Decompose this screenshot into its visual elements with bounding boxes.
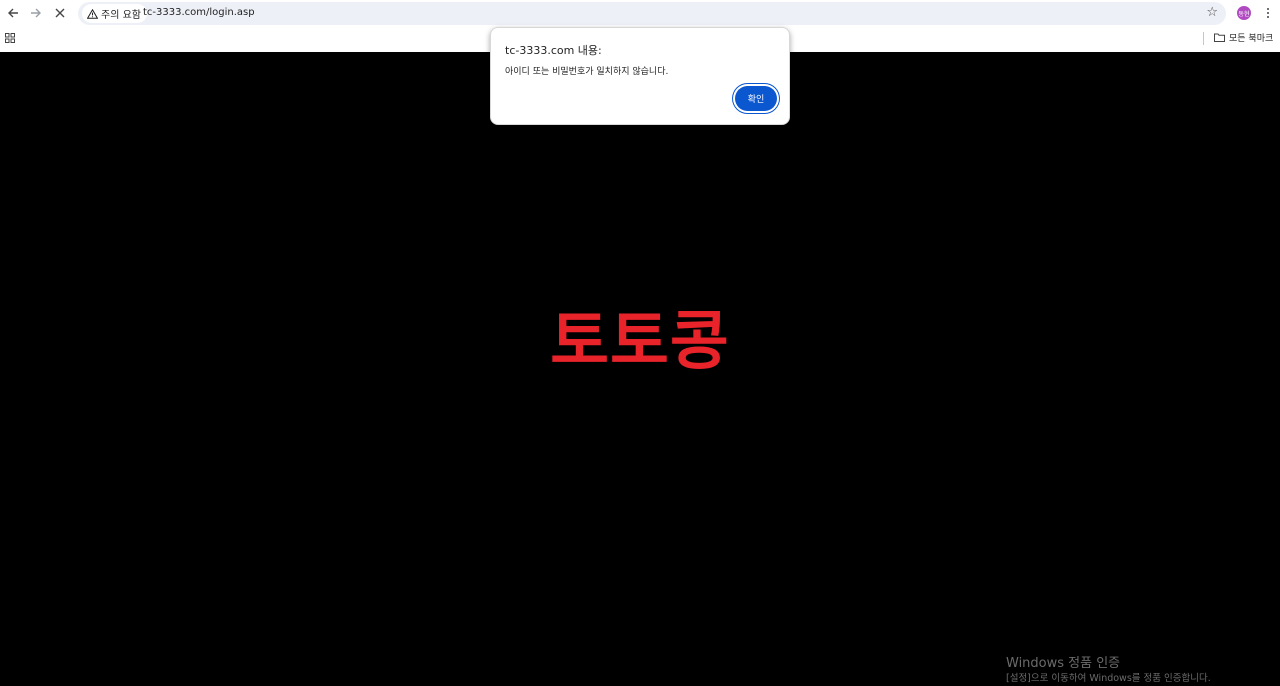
watermark-title: Windows 정품 인증 [1006,656,1121,671]
alert-dialog: tc-3333.com 내용: 아이디 또는 비밀번호가 일치하지 않습니다. … [490,27,790,125]
watermark-subtitle: [설정]으로 이동하여 Windows를 정품 인증합니다. [1006,673,1211,684]
all-bookmarks-button[interactable]: 모든 북마크 [1214,31,1273,44]
security-label: 주의 요함 [101,10,141,21]
dialog-title: tc-3333.com 내용: [505,44,602,57]
page-content: 토토콩 Windows 정품 인증 [설정]으로 이동하여 Windows를 정… [0,52,1280,684]
star-bookmark-icon[interactable]: ☆ [1206,5,1218,20]
bookmarks-separator [1203,32,1204,45]
back-arrow-icon[interactable] [4,4,22,22]
url-text[interactable]: tc-3333.com/login.asp [143,7,255,18]
dialog-message: 아이디 또는 비밀번호가 일치하지 않습니다. [505,67,669,77]
profile-avatar[interactable]: 동현 [1237,6,1251,20]
all-bookmarks-label: 모든 북마크 [1229,34,1274,44]
brand-logo-text: 토토콩 [550,305,730,379]
address-bar[interactable]: 주의 요함 tc-3333.com/login.asp ☆ [78,2,1226,25]
avatar-initials: 동현 [1238,10,1250,18]
forward-arrow-icon[interactable] [27,4,45,22]
browser-toolbar: 주의 요함 tc-3333.com/login.asp ☆ 동현 [0,0,1280,27]
stop-loading-icon[interactable] [51,4,69,22]
ok-button[interactable]: 확인 [735,86,777,111]
folder-icon [1214,33,1225,42]
security-chip[interactable]: 주의 요함 [82,4,147,23]
warning-triangle-icon [87,8,98,19]
apps-grid-icon[interactable] [5,33,15,43]
windows-activation-watermark: Windows 정품 인증 [설정]으로 이동하여 Windows를 정품 인증… [1006,656,1211,686]
kebab-menu-icon[interactable] [1263,5,1273,21]
